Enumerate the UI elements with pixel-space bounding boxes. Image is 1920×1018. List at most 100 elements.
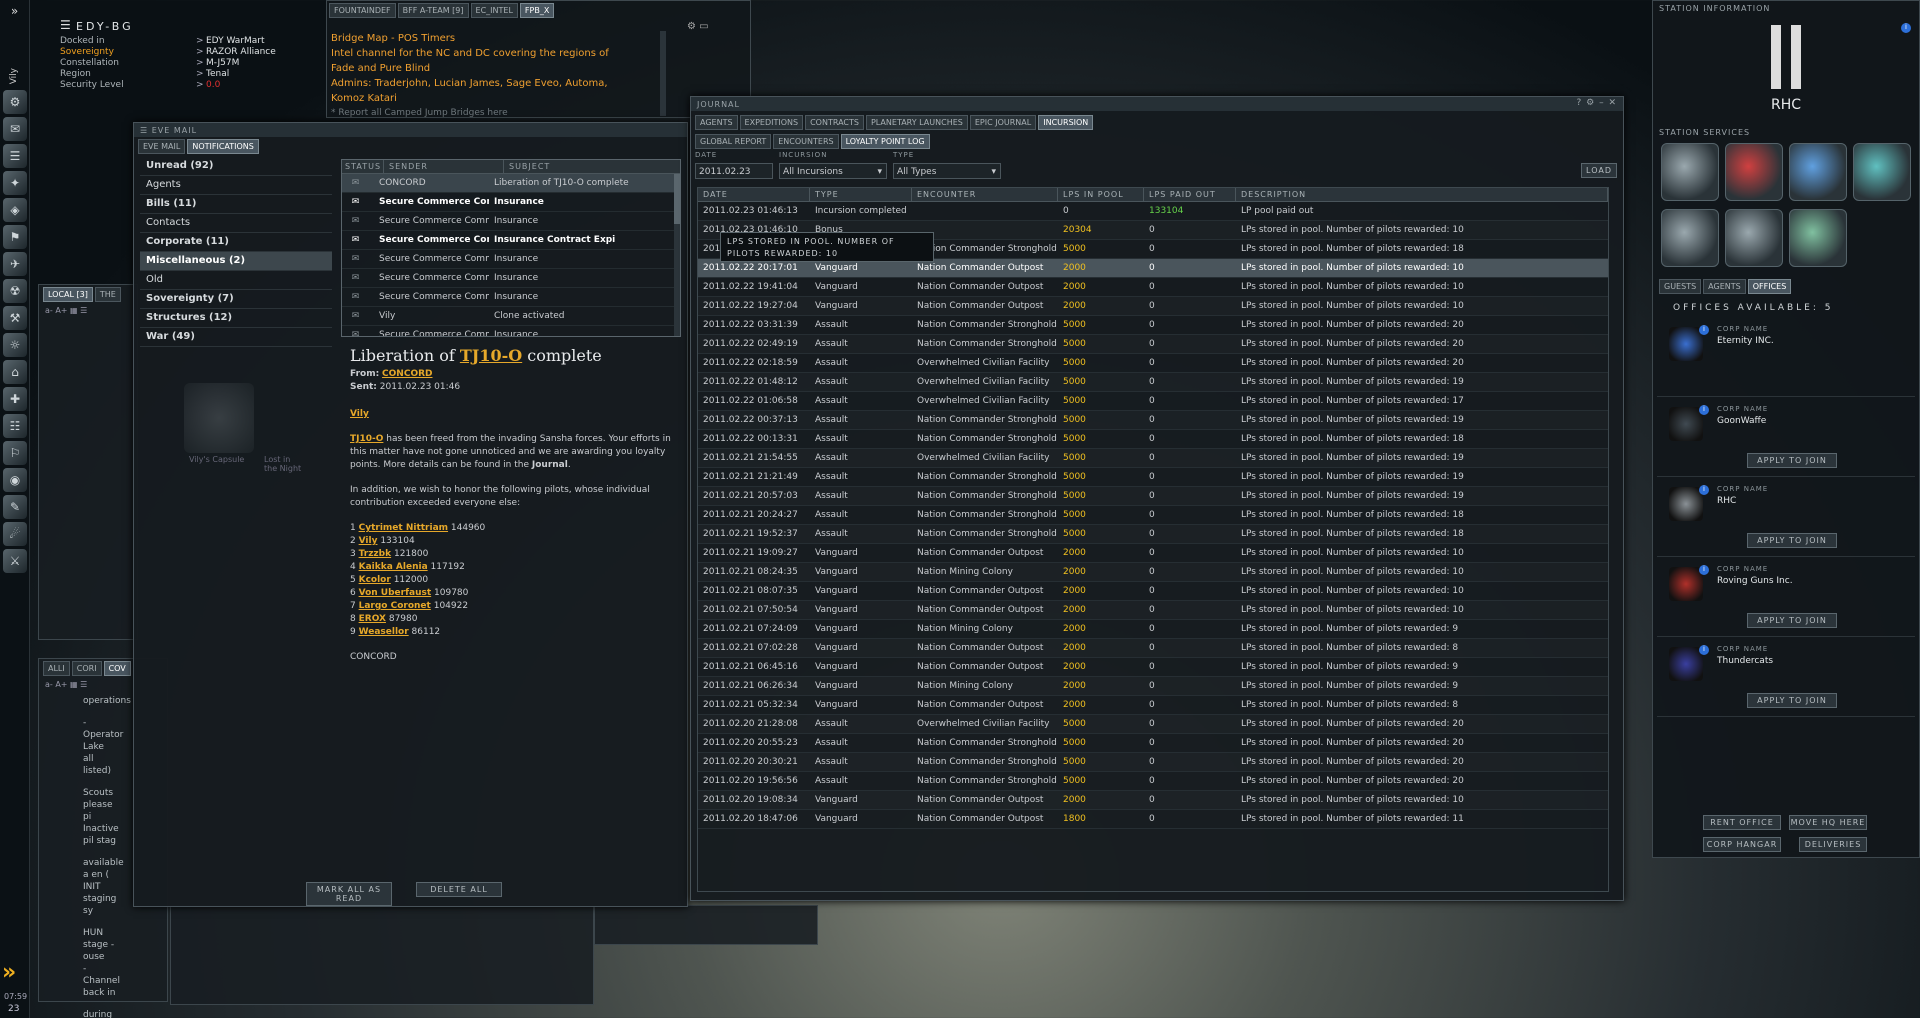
lp-log-row[interactable]: 2011.02.22 19:41:04 Vanguard Nation Comman… (698, 278, 1608, 297)
manufacturing-service-icon[interactable] (1661, 209, 1719, 267)
alliance-chat-tab[interactable]: ALLI (43, 661, 70, 676)
lp-log-row[interactable]: 2011.02.23 01:46:13 Incursion completed 0 1… (698, 202, 1608, 221)
corp-name[interactable]: Eternity INC. (1717, 336, 1774, 346)
mail-folder[interactable]: Corporate (11) (140, 233, 332, 252)
lp-log-row[interactable]: 2011.02.20 20:30:21 Assault Nation Command… (698, 753, 1608, 772)
info-icon[interactable]: i (1699, 485, 1709, 495)
reprocessing-service-icon[interactable] (1725, 209, 1783, 267)
info-icon[interactable]: i (1699, 565, 1709, 575)
journal-title[interactable]: JOURNAL ? ⚙ – ✕ (691, 97, 1623, 111)
mail-menu-icon[interactable]: ☰ (140, 126, 148, 135)
journal-tab[interactable]: EPIC JOURNAL (969, 115, 1037, 130)
lp-log-row[interactable]: 2011.02.21 07:50:54 Vanguard Nation Comman… (698, 601, 1608, 620)
medical-service-icon[interactable] (1789, 209, 1847, 267)
lp-log-row[interactable]: 2011.02.20 18:47:06 Vanguard Nation Comman… (698, 810, 1608, 829)
neocom-button-icon[interactable]: ✎ (3, 495, 27, 520)
col-type[interactable]: TYPE (810, 188, 912, 201)
date-field[interactable]: 2011.02.23 (695, 163, 773, 179)
lp-log-row[interactable]: 2011.02.21 07:02:28 Vanguard Nation Comman… (698, 639, 1608, 658)
location-value[interactable]: RAZOR Alliance (206, 47, 276, 57)
alliance-chat-tab[interactable]: COV (103, 661, 131, 676)
menu-arrow-icon[interactable]: » (2, 960, 16, 985)
corp-logo-icon[interactable] (1669, 487, 1703, 521)
lp-log-row[interactable]: 2011.02.20 19:56:56 Assault Nation Command… (698, 772, 1608, 791)
col-subject[interactable]: SUBJECT (504, 160, 680, 173)
local-chat-tab[interactable]: THE (94, 287, 121, 302)
journal-tab[interactable]: PLANETARY LAUNCHES (865, 115, 968, 130)
greeting-link[interactable]: Vily (350, 409, 369, 419)
neocom-button-icon[interactable]: ⚑ (3, 225, 27, 250)
mark-all-read-button[interactable]: MARK ALL AS READ (306, 882, 392, 906)
message-row[interactable]: ✉ Secure Commerce Commission Insurance (342, 326, 680, 336)
info-icon[interactable]: i (1699, 645, 1709, 655)
lp-log-row[interactable]: 2011.02.21 19:52:37 Assault Nation Command… (698, 525, 1608, 544)
move-hq-button[interactable]: MOVE HQ HERE (1789, 815, 1867, 830)
journal-tab[interactable]: EXPEDITIONS (739, 115, 804, 130)
message-row[interactable]: ✉ CONCORD Liberation of TJ10-O complete (342, 174, 680, 193)
rent-office-button[interactable]: RENT OFFICE (1703, 815, 1781, 830)
apply-to-join-button[interactable]: APPLY TO JOIN (1747, 533, 1837, 548)
local-font-controls[interactable]: a- A+ ▦ ☰ (39, 304, 137, 317)
col-encounter[interactable]: ENCOUNTER (912, 188, 1058, 201)
deliveries-button[interactable]: DELIVERIES (1799, 837, 1867, 852)
chat-tab[interactable]: BFF A-TEAM [9] (397, 3, 469, 18)
lp-log-row[interactable]: 2011.02.22 02:49:19 Assault Nation Command… (698, 335, 1608, 354)
station-tab[interactable]: GUESTS (1659, 279, 1702, 294)
apply-to-join-button[interactable]: APPLY TO JOIN (1747, 613, 1837, 628)
chat-tab[interactable]: EC_INTEL (470, 3, 518, 18)
lp-log-row[interactable]: 2011.02.22 00:13:31 Assault Nation Command… (698, 430, 1608, 449)
alliance-chat-tab[interactable]: CORI (71, 661, 102, 676)
corp-name[interactable]: Thundercats (1717, 656, 1773, 666)
lp-log-row[interactable]: 2011.02.22 19:27:04 Vanguard Nation Comman… (698, 297, 1608, 316)
neocom-button-icon[interactable]: ✚ (3, 387, 27, 412)
lp-log-row[interactable]: 2011.02.21 05:32:34 Vanguard Nation Comman… (698, 696, 1608, 715)
neocom-button-icon[interactable]: ✦ (3, 171, 27, 196)
lp-log-row[interactable]: 2011.02.21 07:24:09 Vanguard Nation Mining… (698, 620, 1608, 639)
message-row[interactable]: ✉ Secure Commerce Commis Insurance (342, 193, 680, 212)
window-controls[interactable]: ? ⚙ – ✕ (1577, 98, 1617, 108)
pilot-name-link[interactable]: Trzzbk (359, 549, 392, 559)
pilot-name-link[interactable]: Kcolor (359, 575, 391, 585)
corp-name[interactable]: RHC (1717, 496, 1736, 506)
incursion-select[interactable]: All Incursions ▾ (779, 163, 887, 179)
location-value[interactable]: 0.0 (206, 80, 220, 90)
neocom-button-icon[interactable]: ☼ (3, 333, 27, 358)
apply-to-join-button[interactable]: APPLY TO JOIN (1747, 453, 1837, 468)
neocom-button-icon[interactable]: ⚒ (3, 306, 27, 331)
mail-folder[interactable]: Unread (92) (140, 157, 332, 176)
neocom-button-icon[interactable]: ✈ (3, 252, 27, 277)
p1-system-link[interactable]: TJ10-O (350, 434, 383, 444)
lp-log-row[interactable]: 2011.02.20 19:08:34 Vanguard Nation Comman… (698, 791, 1608, 810)
corp-logo-icon[interactable] (1669, 327, 1703, 361)
clone-service-icon[interactable] (1725, 143, 1783, 201)
mail-folder[interactable]: Old (140, 271, 332, 290)
lp-log-row[interactable]: 2011.02.20 21:28:08 Assault Overwhelmed Ci… (698, 715, 1608, 734)
neocom-button-icon[interactable]: ☄ (3, 522, 27, 547)
from-link[interactable]: CONCORD (382, 369, 432, 379)
neocom-button-icon[interactable]: ⌂ (3, 360, 27, 385)
lp-log-row[interactable]: 2011.02.21 21:54:55 Assault Overwhelmed Ci… (698, 449, 1608, 468)
pilot-name-link[interactable]: Vily (359, 536, 378, 546)
journal-subtab[interactable]: GLOBAL REPORT (695, 134, 772, 149)
location-value[interactable]: Tenal (206, 69, 229, 79)
market-service-icon[interactable] (1789, 143, 1847, 201)
lp-log-row[interactable]: 2011.02.22 03:31:39 Assault Nation Command… (698, 316, 1608, 335)
lp-log-row[interactable]: 2011.02.22 01:06:58 Assault Overwhelmed Ci… (698, 392, 1608, 411)
corp-logo-icon[interactable] (1669, 647, 1703, 681)
lp-log-row[interactable]: 2011.02.21 20:57:03 Assault Nation Command… (698, 487, 1608, 506)
system-name[interactable]: EDY-BG (76, 20, 134, 33)
neocom-button-icon[interactable]: ☰ (3, 144, 27, 169)
lp-log-row[interactable]: 2011.02.21 08:24:35 Vanguard Nation Mining… (698, 563, 1608, 582)
chat-tab[interactable]: FPB_X (519, 3, 555, 18)
journal-subtab[interactable]: ENCOUNTERS (773, 134, 839, 149)
col-sender[interactable]: SENDER (384, 160, 504, 173)
message-row[interactable]: ✉ Secure Commerce Commis Insurance Contrac… (342, 231, 680, 250)
chat-scrollbar[interactable] (660, 31, 666, 116)
type-select[interactable]: All Types ▾ (893, 163, 1001, 179)
mail-tab[interactable]: NOTIFICATIONS (187, 139, 259, 154)
mail-folder[interactable]: Bills (11) (140, 195, 332, 214)
delete-all-button[interactable]: DELETE ALL (416, 882, 502, 897)
repair-service-icon[interactable] (1661, 143, 1719, 201)
corp-name[interactable]: Roving Guns Inc. (1717, 576, 1793, 586)
neocom-button-icon[interactable]: ☢ (3, 279, 27, 304)
